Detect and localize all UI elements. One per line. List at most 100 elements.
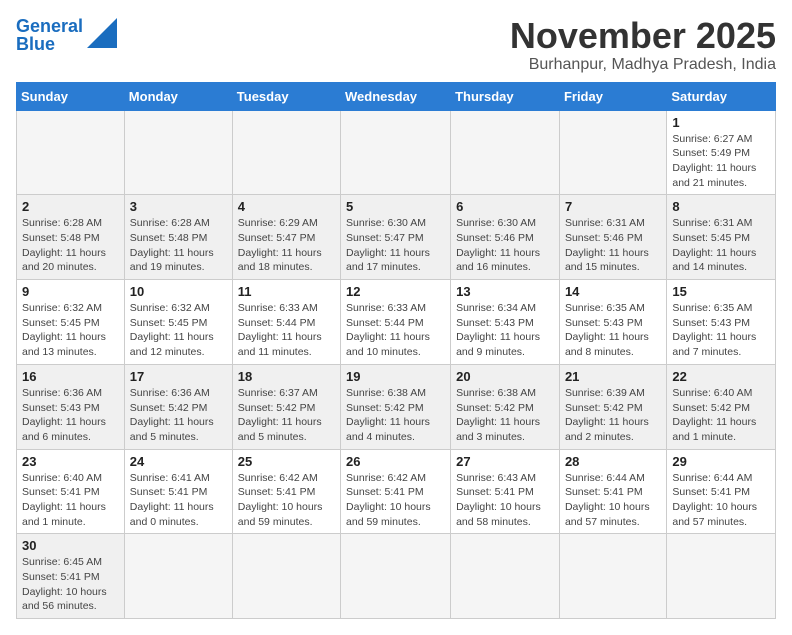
day-number: 24 [130,454,227,469]
day-info: Sunrise: 6:28 AM Sunset: 5:48 PM Dayligh… [22,216,119,275]
day-info: Sunrise: 6:31 AM Sunset: 5:45 PM Dayligh… [672,216,770,275]
day-number: 7 [565,199,661,214]
col-tuesday: Tuesday [232,82,340,110]
day-number: 13 [456,284,554,299]
day-number: 17 [130,369,227,384]
day-info: Sunrise: 6:42 AM Sunset: 5:41 PM Dayligh… [346,471,445,530]
day-info: Sunrise: 6:38 AM Sunset: 5:42 PM Dayligh… [346,386,445,445]
day-info: Sunrise: 6:32 AM Sunset: 5:45 PM Dayligh… [130,301,227,360]
day-number: 12 [346,284,445,299]
table-row: 6 Sunrise: 6:30 AM Sunset: 5:46 PM Daylig… [451,195,560,280]
day-info: Sunrise: 6:42 AM Sunset: 5:41 PM Dayligh… [238,471,335,530]
day-info: Sunrise: 6:37 AM Sunset: 5:42 PM Dayligh… [238,386,335,445]
table-row: 22 Sunrise: 6:40 AM Sunset: 5:42 PM Dayli… [667,364,776,449]
table-row: 17Sunrise: 6:36 AM Sunset: 5:42 PM Dayli… [124,364,232,449]
day-number: 23 [22,454,119,469]
day-info: Sunrise: 6:27 AM Sunset: 5:49 PM Dayligh… [672,132,770,191]
day-info: Sunrise: 6:41 AM Sunset: 5:41 PM Dayligh… [130,471,227,530]
table-row: 4 Sunrise: 6:29 AM Sunset: 5:47 PM Daylig… [232,195,340,280]
day-info: Sunrise: 6:36 AM Sunset: 5:43 PM Dayligh… [22,386,119,445]
day-number: 29 [672,454,770,469]
day-info: Sunrise: 6:29 AM Sunset: 5:47 PM Dayligh… [238,216,335,275]
table-row: 20 Sunrise: 6:38 AM Sunset: 5:42 PM Dayli… [451,364,560,449]
logo-icon [87,18,117,48]
table-row: 28Sunrise: 6:44 AM Sunset: 5:41 PM Dayli… [559,449,666,534]
calendar-week-row: 9 Sunrise: 6:32 AM Sunset: 5:45 PM Daylig… [17,280,776,365]
day-number: 8 [672,199,770,214]
table-row: 3Sunrise: 6:28 AM Sunset: 5:48 PM Daylig… [124,195,232,280]
table-row: 19 Sunrise: 6:38 AM Sunset: 5:42 PM Dayli… [341,364,451,449]
day-info: Sunrise: 6:31 AM Sunset: 5:46 PM Dayligh… [565,216,661,275]
day-info: Sunrise: 6:40 AM Sunset: 5:42 PM Dayligh… [672,386,770,445]
title-area: November 2025 Burhanpur, Madhya Pradesh,… [510,16,776,74]
table-row [124,534,232,619]
day-number: 3 [130,199,227,214]
subtitle: Burhanpur, Madhya Pradesh, India [510,56,776,74]
calendar-week-row: 23 Sunrise: 6:40 AM Sunset: 5:41 PM Dayli… [17,449,776,534]
day-number: 18 [238,369,335,384]
table-row: 13 Sunrise: 6:34 AM Sunset: 5:43 PM Dayli… [451,280,560,365]
day-number: 22 [672,369,770,384]
calendar-week-row: 1Sunrise: 6:27 AM Sunset: 5:49 PM Daylig… [17,110,776,195]
day-number: 10 [130,284,227,299]
table-row: 7 Sunrise: 6:31 AM Sunset: 5:46 PM Daylig… [559,195,666,280]
table-row: 21 Sunrise: 6:39 AM Sunset: 5:42 PM Dayli… [559,364,666,449]
logo-text: GeneralBlue [16,17,83,53]
day-number: 21 [565,369,661,384]
day-number: 25 [238,454,335,469]
table-row [451,534,560,619]
header: GeneralBlue November 2025 Burhanpur, Mad… [16,16,776,74]
col-friday: Friday [559,82,666,110]
table-row [451,110,560,195]
table-row [232,534,340,619]
table-row: 15Sunrise: 6:35 AM Sunset: 5:43 PM Dayli… [667,280,776,365]
table-row: 30Sunrise: 6:45 AM Sunset: 5:41 PM Dayli… [17,534,125,619]
table-row: 12 Sunrise: 6:33 AM Sunset: 5:44 PM Dayli… [341,280,451,365]
day-number: 5 [346,199,445,214]
day-info: Sunrise: 6:34 AM Sunset: 5:43 PM Dayligh… [456,301,554,360]
table-row [341,534,451,619]
day-number: 14 [565,284,661,299]
day-number: 11 [238,284,335,299]
day-info: Sunrise: 6:30 AM Sunset: 5:46 PM Dayligh… [456,216,554,275]
calendar-table: Sunday Monday Tuesday Wednesday Thursday… [16,82,776,620]
day-number: 6 [456,199,554,214]
day-info: Sunrise: 6:45 AM Sunset: 5:41 PM Dayligh… [22,555,119,614]
day-info: Sunrise: 6:43 AM Sunset: 5:41 PM Dayligh… [456,471,554,530]
calendar-week-row: 2 Sunrise: 6:28 AM Sunset: 5:48 PM Daylig… [17,195,776,280]
table-row: 2 Sunrise: 6:28 AM Sunset: 5:48 PM Daylig… [17,195,125,280]
table-row [124,110,232,195]
calendar-week-row: 30Sunrise: 6:45 AM Sunset: 5:41 PM Dayli… [17,534,776,619]
table-row: 29 Sunrise: 6:44 AM Sunset: 5:41 PM Dayli… [667,449,776,534]
day-number: 2 [22,199,119,214]
day-number: 19 [346,369,445,384]
col-thursday: Thursday [451,82,560,110]
col-sunday: Sunday [17,82,125,110]
table-row: 10 Sunrise: 6:32 AM Sunset: 5:45 PM Dayli… [124,280,232,365]
col-saturday: Saturday [667,82,776,110]
table-row: 1Sunrise: 6:27 AM Sunset: 5:49 PM Daylig… [667,110,776,195]
table-row: 26 Sunrise: 6:42 AM Sunset: 5:41 PM Dayli… [341,449,451,534]
table-row: 18 Sunrise: 6:37 AM Sunset: 5:42 PM Dayli… [232,364,340,449]
day-info: Sunrise: 6:35 AM Sunset: 5:43 PM Dayligh… [672,301,770,360]
table-row: 8 Sunrise: 6:31 AM Sunset: 5:45 PM Daylig… [667,195,776,280]
day-info: Sunrise: 6:33 AM Sunset: 5:44 PM Dayligh… [346,301,445,360]
day-number: 9 [22,284,119,299]
day-info: Sunrise: 6:39 AM Sunset: 5:42 PM Dayligh… [565,386,661,445]
day-info: Sunrise: 6:38 AM Sunset: 5:42 PM Dayligh… [456,386,554,445]
table-row: 11 Sunrise: 6:33 AM Sunset: 5:44 PM Dayli… [232,280,340,365]
day-number: 27 [456,454,554,469]
day-info: Sunrise: 6:32 AM Sunset: 5:45 PM Dayligh… [22,301,119,360]
table-row: 27 Sunrise: 6:43 AM Sunset: 5:41 PM Dayli… [451,449,560,534]
table-row [17,110,125,195]
day-number: 20 [456,369,554,384]
day-number: 26 [346,454,445,469]
day-number: 4 [238,199,335,214]
day-info: Sunrise: 6:44 AM Sunset: 5:41 PM Dayligh… [672,471,770,530]
day-info: Sunrise: 6:40 AM Sunset: 5:41 PM Dayligh… [22,471,119,530]
logo: GeneralBlue [16,16,117,53]
col-monday: Monday [124,82,232,110]
day-info: Sunrise: 6:33 AM Sunset: 5:44 PM Dayligh… [238,301,335,360]
calendar-week-row: 16Sunrise: 6:36 AM Sunset: 5:43 PM Dayli… [17,364,776,449]
table-row: 14Sunrise: 6:35 AM Sunset: 5:43 PM Dayli… [559,280,666,365]
